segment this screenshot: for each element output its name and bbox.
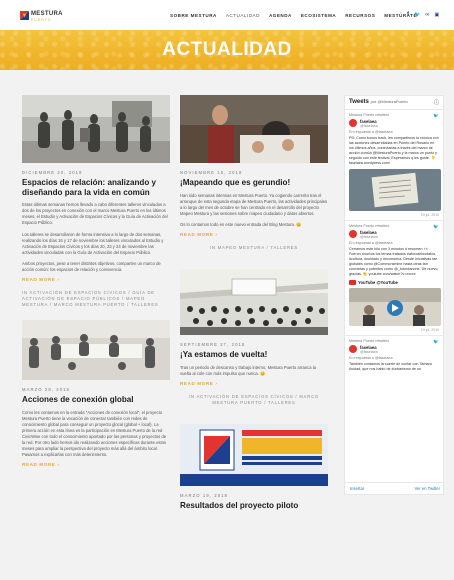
tweet-text: También contamos la suerte de contar con…: [349, 362, 432, 371]
tweet-reply-to[interactable]: En respuesta a @faselaea: [349, 356, 439, 360]
post-image[interactable]: [180, 269, 328, 336]
info-icon[interactable]: ⓘ: [434, 99, 439, 106]
tweet-user-handle[interactable]: @faselaea: [360, 350, 378, 354]
post-tags[interactable]: IN ACTIVACIÓN DE ESPACIOS CÍVICOS / GUÍA…: [22, 290, 170, 308]
page-banner: ACTUALIDAD: [0, 30, 454, 70]
post-title[interactable]: Resultados del proyecto piloto: [180, 501, 328, 511]
flickr-icon[interactable]: ∞: [425, 12, 429, 18]
view-on-twitter-link[interactable]: Ver en Twitter: [414, 486, 440, 491]
youtube-icon: [349, 280, 356, 285]
post-excerpt: Como les contamos en la entrada "Accione…: [22, 409, 167, 458]
logo-sub: PUERTO: [31, 18, 52, 22]
posts-column-left: DICIEMBRE 20, 2018 Espacios de relación:…: [22, 95, 170, 467]
post-title[interactable]: ¡Ya estamos de vuelta!: [180, 350, 328, 360]
post-excerpt: Estas últimas semanas hemos llevado a ca…: [22, 202, 168, 226]
twitter-timeline-footer: Insertar Ver en Twitter: [345, 482, 443, 494]
post-title[interactable]: Espacios de relación: analizando y diseñ…: [22, 178, 170, 197]
avatar[interactable]: [349, 345, 357, 353]
tweet-timestamp[interactable]: 19 jul. 2019: [349, 213, 439, 217]
embed-link[interactable]: Insertar: [350, 486, 364, 491]
post-excerpt: Tras un periodo de descanso y trabajo in…: [180, 364, 317, 376]
logo-word: MESTURA: [31, 11, 63, 17]
read-more-link[interactable]: READ MORE ›: [22, 277, 170, 282]
read-more-link[interactable]: READ MORE ›: [180, 232, 328, 237]
main-nav: SOBRE MESTURA ACTUALIDAD AGENDA ECOSISTE…: [170, 13, 417, 18]
avatar[interactable]: [349, 230, 357, 238]
read-more-link[interactable]: READ MORE ›: [22, 462, 170, 467]
post-date: SEPTIEMBRE 27, 2018: [180, 342, 246, 348]
post-tags[interactable]: IN ACTIVACIÓN DE ESPACIOS CÍVICOS / MARC…: [180, 394, 328, 406]
twitter-timeline-title: Tweets: [349, 99, 369, 105]
post-excerpt: Han sido semanas intensas en Mestura Pue…: [180, 192, 328, 216]
twitter-bird-icon[interactable]: 🐦: [433, 224, 439, 230]
post-title[interactable]: ¡Mapeando que es gerundio!: [180, 178, 328, 188]
tweet-user-handle[interactable]: @faselaea: [360, 124, 378, 128]
tweet-text: Cerramos este hilo con 3 minutos d resum…: [349, 247, 439, 276]
retweet-label: Mestura Puerto retwitteó: [349, 113, 390, 117]
post-image[interactable]: [180, 95, 328, 163]
twitter-bird-icon[interactable]: 🐦: [433, 339, 439, 345]
avatar[interactable]: [349, 119, 357, 127]
post-excerpt: Os lo contamos todo en este nuevo entrad…: [180, 221, 302, 227]
twitter-icon[interactable]: 🐦: [414, 12, 420, 18]
instagram-icon[interactable]: ▣: [435, 12, 440, 18]
nav-item-ecosistema[interactable]: ECOSISTEMA: [301, 13, 336, 18]
nav-item-actualidad[interactable]: ACTUALIDAD: [226, 13, 260, 18]
nav-item-sobre-mestura[interactable]: SOBRE MESTURA: [170, 13, 217, 18]
retweet-label: Mestura Puerto retwitteó: [349, 339, 390, 343]
logo-mark-icon: [20, 11, 29, 20]
tweet-reply-to[interactable]: En respuesta a @faselaea: [349, 241, 439, 245]
site-logo[interactable]: MESTURA PUERTO: [20, 11, 63, 23]
tweet[interactable]: Mestura Puerto retwitteó faselaea @fasel…: [345, 110, 443, 221]
post-title[interactable]: Acciones de conexión global: [22, 395, 170, 405]
post-tags[interactable]: IN MAPEO MESTURA / TALLERES: [180, 245, 328, 251]
retweet-label: Mestura Puerto retwitteó: [349, 224, 390, 228]
post-image[interactable]: [22, 95, 170, 163]
tweet-card-source[interactable]: YouTube @YouTube: [358, 280, 398, 285]
tweet-video[interactable]: [349, 288, 441, 326]
twitter-timeline-header: Tweets por @MesturaPuerto ⓘ: [345, 96, 443, 110]
post-date: NOVIEMBRE 15, 2018: [180, 170, 243, 175]
nav-item-agenda[interactable]: AGENDA: [269, 13, 292, 18]
post-excerpt: Ambos proyectos, pese a tener distintos …: [22, 260, 161, 273]
tweet[interactable]: Mestura Puerto retwitteó faselaea @fasel…: [345, 221, 443, 336]
read-more-link[interactable]: READ MORE ›: [180, 381, 328, 386]
tweet[interactable]: Mestura Puerto retwitteó faselaea @fasel…: [345, 336, 443, 375]
twitter-timeline: Tweets por @MesturaPuerto ⓘ Mestura Puer…: [344, 95, 444, 495]
post-date: DICIEMBRE 20, 2018: [22, 170, 83, 175]
post-date: MARZO 19, 2018: [180, 492, 228, 498]
tweet-image[interactable]: [349, 169, 441, 211]
site-header: MESTURA PUERTO SOBRE MESTURA ACTUALIDAD …: [0, 0, 454, 30]
posts-column-middle: NOVIEMBRE 15, 2018 ¡Mapeando que es geru…: [180, 95, 328, 510]
post-image[interactable]: [22, 320, 170, 381]
facebook-icon[interactable]: f: [407, 12, 409, 18]
tweet-reply-to[interactable]: En respuesta a @faselaea: [349, 130, 439, 134]
nav-item-recursos[interactable]: RECURSOS: [345, 13, 375, 18]
twitter-timeline-by[interactable]: por @MesturaPuerto: [371, 99, 408, 104]
twitter-bird-icon[interactable]: 🐦: [433, 113, 439, 119]
tweet-text: PD: Como bonus track, les compartimos la…: [349, 136, 439, 165]
post-image[interactable]: [180, 423, 328, 486]
tweet-user-handle[interactable]: @faselaea: [360, 235, 378, 239]
social-links: f 🐦 ∞ ▣: [407, 12, 439, 18]
tweet-timestamp[interactable]: 19 jul. 2019: [349, 328, 439, 332]
page-title: ACTUALIDAD: [162, 39, 292, 60]
post-excerpt: Los talleres se desarrollaron de forma i…: [22, 231, 164, 255]
post-date: MARZO 28, 2018: [22, 387, 70, 393]
